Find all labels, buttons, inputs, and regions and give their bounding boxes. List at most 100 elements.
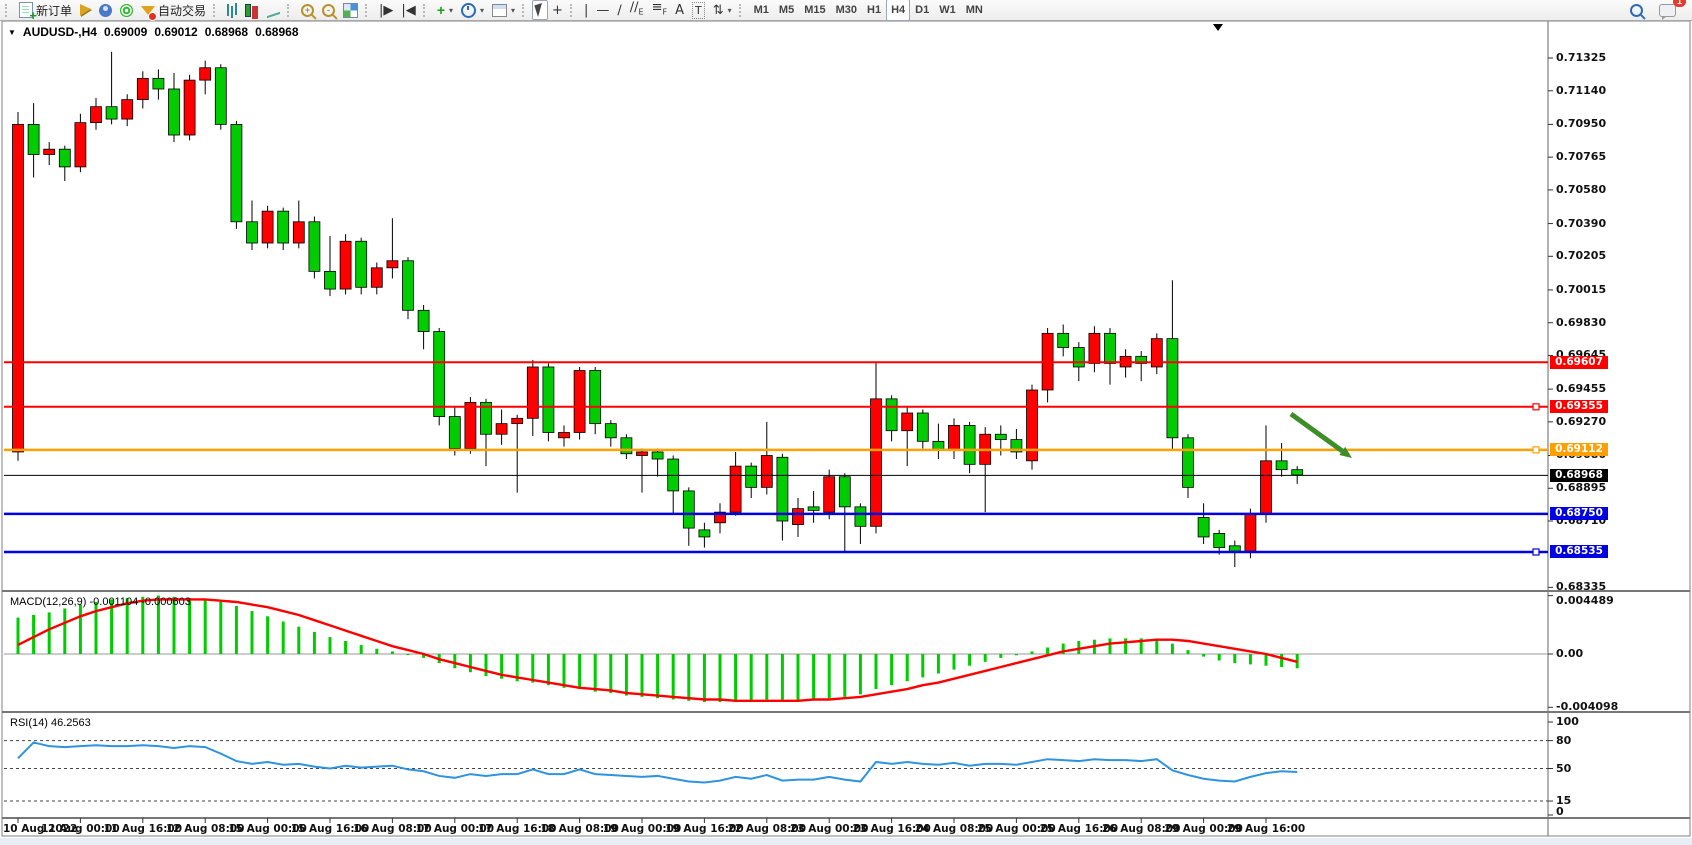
tf-h4[interactable]: H4	[886, 0, 910, 21]
macd-histogram-bar	[781, 654, 784, 701]
macd-histogram-bar	[687, 654, 690, 701]
community-button[interactable]	[95, 0, 116, 20]
fibonacci-button[interactable]: ≡F	[648, 0, 672, 20]
price-axis-label: 0.69270	[1556, 415, 1606, 428]
text-button[interactable]: A	[671, 0, 688, 20]
candle-body	[1073, 347, 1084, 366]
macd-histogram-bar	[266, 616, 269, 654]
macd-histogram-bar	[984, 654, 987, 662]
channel-button[interactable]: ∕∕E	[626, 0, 648, 20]
candle-body	[496, 424, 507, 435]
macd-histogram-bar	[48, 612, 51, 654]
hline-handle[interactable]	[1533, 447, 1539, 453]
periods-icon	[461, 3, 476, 18]
rsi-axis-label: 80	[1556, 734, 1571, 747]
tf-mn[interactable]: MN	[961, 0, 988, 21]
autotrading-icon	[141, 6, 155, 15]
dropdown-caret-icon[interactable]: ▾	[728, 6, 732, 15]
price-axis[interactable]	[1549, 21, 1690, 836]
candle-body	[543, 367, 554, 433]
tf-m5[interactable]: M5	[774, 0, 799, 21]
trend-arrow-annotation[interactable]	[1291, 414, 1342, 451]
horizontal-line-button[interactable]: —	[592, 0, 613, 20]
tile-windows-button[interactable]	[339, 0, 362, 20]
hline-handle[interactable]	[1533, 404, 1539, 410]
bid-price-badge: 0.68968	[1550, 469, 1608, 482]
crosshair-button[interactable]: +	[548, 0, 567, 20]
macd-histogram-bar	[609, 654, 612, 693]
macd-histogram-bar	[953, 654, 956, 670]
community-icon	[99, 4, 112, 17]
candle-chart-button[interactable]	[241, 0, 263, 20]
tf-h1[interactable]: H1	[862, 0, 886, 21]
candle-body	[262, 211, 273, 243]
macd-histogram-bar	[1046, 648, 1049, 655]
chart-shift-marker-icon[interactable]	[1213, 24, 1223, 31]
text-label-button[interactable]: T	[688, 0, 709, 20]
indicators-button[interactable]: +▾	[433, 0, 457, 20]
macd-histogram-bar	[1124, 638, 1127, 654]
candle-body	[1105, 333, 1116, 363]
candle-body	[512, 418, 523, 423]
notifications-button[interactable]: 1	[1655, 0, 1680, 20]
hline-handle[interactable]	[1533, 549, 1539, 555]
dropdown-caret-icon[interactable]: ▾	[511, 6, 515, 15]
macd-histogram-bar	[17, 618, 20, 654]
toolbar-grip	[739, 4, 745, 17]
ohlc-toggle-icon[interactable]: ▼	[8, 28, 16, 37]
line-chart-button[interactable]	[263, 0, 284, 20]
metaeditor-button[interactable]	[76, 0, 95, 20]
candle-body	[1198, 517, 1209, 536]
quote-close: 0.68968	[255, 25, 298, 39]
new-order-button[interactable]: 新订单	[15, 0, 76, 20]
candle-body	[855, 507, 866, 526]
templates-button[interactable]: ▾	[488, 0, 519, 20]
tf-m1[interactable]: M1	[749, 0, 774, 21]
macd-histogram-bar	[703, 654, 706, 702]
toolbar-grip	[570, 4, 576, 17]
dropdown-caret-icon[interactable]: ▾	[480, 6, 484, 15]
candle-body	[465, 402, 476, 448]
trendline-button[interactable]: ∕	[613, 0, 625, 20]
macd-histogram-bar	[999, 654, 1002, 658]
price-axis-label: 0.70205	[1556, 249, 1606, 262]
arrows-button[interactable]: ⇅▾	[709, 0, 736, 20]
chart-canvas[interactable]	[0, 0, 1692, 845]
zoom-out-button[interactable]: -	[318, 0, 339, 20]
auto-scroll-button[interactable]: |▶	[375, 0, 397, 20]
rsi-label: RSI(14) 46.2563	[10, 717, 91, 729]
macd-histogram-bar	[968, 654, 971, 666]
search-button[interactable]	[1626, 0, 1647, 20]
tf-w1[interactable]: W1	[934, 0, 961, 21]
tf-m30[interactable]: M30	[831, 0, 862, 21]
candle-body	[278, 211, 289, 243]
dropdown-caret-icon[interactable]: ▾	[449, 6, 453, 15]
price-axis-label: 0.68335	[1556, 580, 1606, 593]
zoom-in-button[interactable]: +	[297, 0, 318, 20]
vertical-line-button[interactable]: |	[580, 0, 592, 20]
tf-m15[interactable]: M15	[799, 0, 830, 21]
macd-histogram-bar	[797, 654, 800, 701]
symbol-timeframe: AUDUSD-,H4	[23, 25, 97, 39]
macd-histogram-bar	[937, 654, 940, 674]
bar-chart-button[interactable]	[223, 0, 241, 20]
candle-body	[1058, 333, 1069, 347]
quote-high: 0.69012	[154, 25, 197, 39]
macd-histogram-bar	[1202, 654, 1205, 657]
candle-body	[839, 477, 850, 507]
chart-shift-button[interactable]: |◀	[397, 0, 419, 20]
cursor-button[interactable]	[532, 0, 548, 20]
macd-histogram-bar	[547, 654, 550, 685]
autotrading-button[interactable]: 自动交易	[137, 0, 210, 20]
candle-body	[215, 68, 226, 125]
macd-histogram-bar	[1233, 654, 1236, 663]
tf-d1[interactable]: D1	[910, 0, 934, 21]
macd-histogram-bar	[656, 654, 659, 698]
signals-button[interactable]	[116, 0, 137, 20]
periods-button[interactable]: ▾	[457, 0, 488, 20]
templates-icon	[492, 4, 507, 17]
candle-body	[699, 530, 710, 537]
macd-histogram-bar	[469, 654, 472, 672]
macd-axis-label: 0.004489	[1556, 594, 1614, 607]
candle-body	[387, 261, 398, 268]
